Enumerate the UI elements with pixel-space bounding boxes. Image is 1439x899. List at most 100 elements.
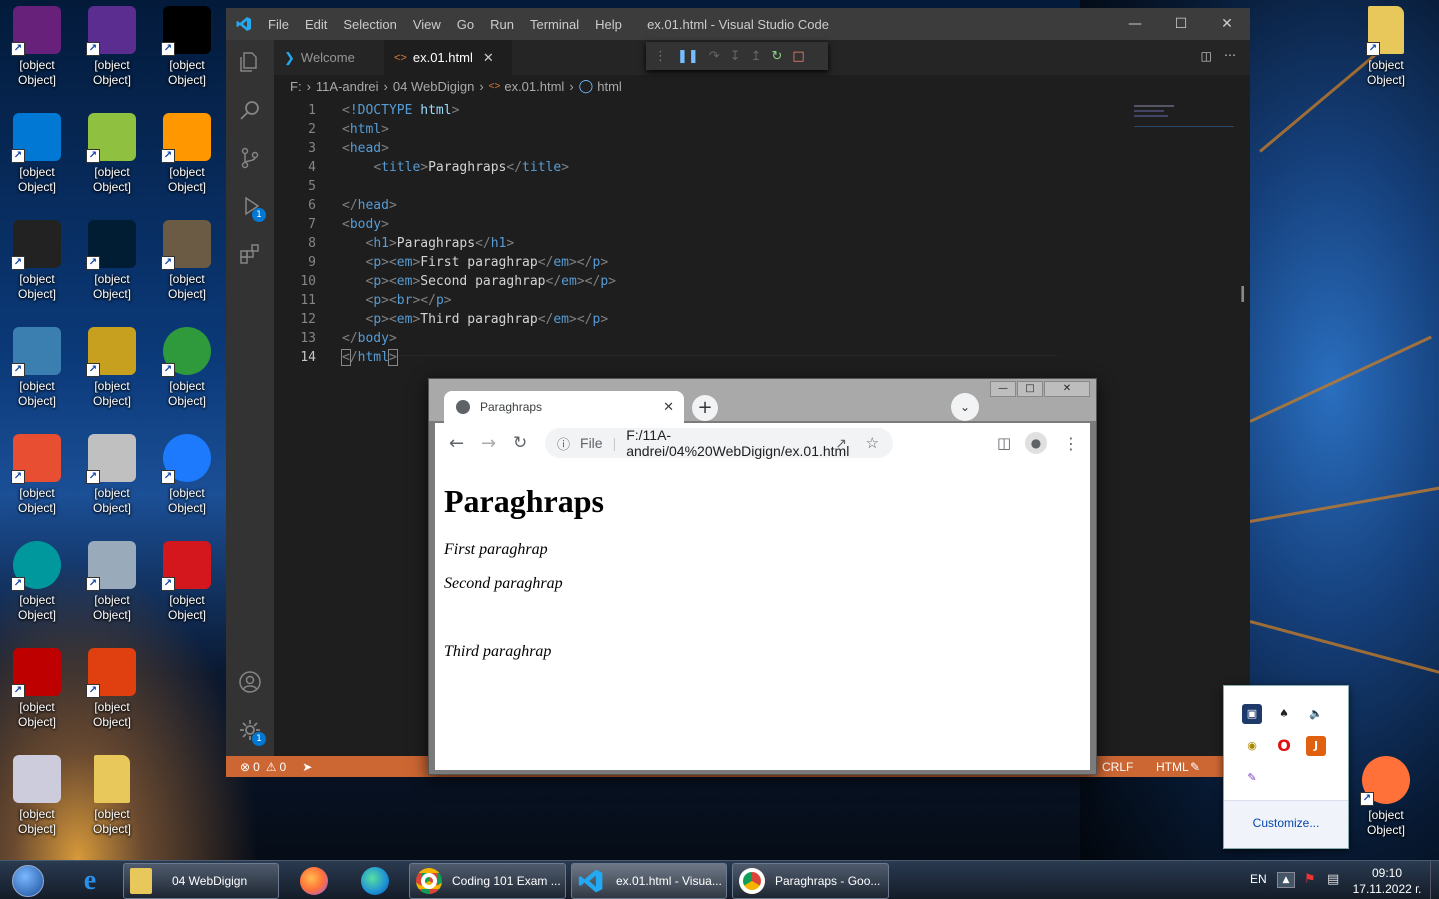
forward-icon[interactable]: → — [481, 433, 496, 454]
step-out-icon[interactable]: ↥ — [751, 49, 762, 64]
close-tab-icon[interactable]: ✕ — [483, 50, 494, 66]
desktop-shortcut[interactable]: ↗ [object Object] — [0, 107, 75, 207]
desktop-shortcut[interactable]: ↗ [object Object] — [74, 642, 150, 742]
opera-icon[interactable]: O — [1274, 736, 1294, 756]
minimize-button[interactable]: — — [1112, 8, 1158, 40]
close-button[interactable]: ✕ — [1204, 8, 1250, 40]
source-control-icon[interactable] — [238, 146, 262, 170]
code-line[interactable]: 2 <html> — [274, 120, 1174, 139]
update-icon[interactable]: ◉ — [1242, 736, 1262, 756]
volume-icon[interactable]: 🔈 — [1306, 704, 1326, 724]
menu-terminal[interactable]: Terminal — [530, 17, 579, 32]
live-share-icon[interactable]: ➤ — [302, 760, 312, 774]
code-line[interactable]: 12 <p><em>Third paraghrap</em></p> — [274, 310, 1174, 329]
network-monitor-icon[interactable]: ▣ — [1242, 704, 1262, 724]
ie-pinned[interactable]: e — [64, 863, 116, 899]
show-hidden-icons-button[interactable]: ▲ — [1277, 872, 1295, 888]
drag-handle-icon[interactable]: ⋮ — [654, 49, 667, 64]
desktop-shortcut[interactable]: ↗ [object Object] — [0, 428, 75, 528]
restart-icon[interactable]: ↻ — [772, 49, 783, 64]
breadcrumb-item[interactable]: html — [597, 79, 622, 94]
reload-icon[interactable]: ↻ — [513, 433, 527, 453]
taskbar-button-chrome-paraghraps[interactable]: Paraghraps - Goo... — [732, 863, 889, 899]
explorer-icon[interactable] — [238, 50, 262, 74]
code-line[interactable]: 9 <p><em>First paraghrap</em></p> — [274, 253, 1174, 272]
code-line[interactable]: 1 <!DOCTYPE html> — [274, 101, 1174, 120]
share-icon[interactable]: ↗ — [835, 435, 847, 452]
desktop-shortcut[interactable]: ↗ [object Object] — [1348, 0, 1424, 100]
pen-icon[interactable]: ✎ — [1242, 768, 1262, 788]
close-button[interactable]: ✕ — [1044, 381, 1090, 397]
info-icon[interactable]: ⓘ — [557, 434, 570, 453]
feedback-icon[interactable]: ✎ — [1190, 760, 1200, 774]
desktop-shortcut[interactable]: ↗ [object Object] — [74, 0, 150, 100]
desktop-shortcut[interactable]: ↗ [object Object] — [149, 0, 225, 100]
close-tab-icon[interactable]: ✕ — [663, 399, 674, 415]
start-button[interactable] — [8, 863, 48, 899]
profile-avatar-icon[interactable]: ● — [1025, 432, 1047, 454]
extensions-icon[interactable] — [238, 242, 262, 266]
run-debug-icon[interactable]: 1 — [238, 194, 266, 222]
side-panel-icon[interactable]: ◫ — [997, 434, 1011, 452]
desktop-shortcut[interactable]: ↗ [object Object] — [0, 0, 75, 100]
chrome-tab[interactable]: Paraghraps ✕ — [444, 391, 684, 423]
edge-pinned[interactable] — [349, 863, 401, 899]
desktop-shortcut[interactable]: ↗ [object Object] — [0, 214, 75, 314]
manage-gear-icon[interactable]: 1 — [238, 718, 266, 746]
desktop-shortcut[interactable]: ↗ [object Object] — [149, 535, 225, 635]
taskbar-button-chrome-coding[interactable]: Coding 101 Exam ... — [409, 863, 566, 899]
menu-edit[interactable]: Edit — [305, 17, 327, 32]
url-text[interactable]: F:/11A-andrei/04%20WebDigign/ex.01.html — [626, 427, 893, 459]
desktop-shortcut[interactable]: ↗ [object Object] — [74, 107, 150, 207]
breadcrumb-item[interactable]: 11A-andrei — [316, 79, 379, 94]
account-icon[interactable] — [238, 670, 262, 694]
error-count[interactable]: 0 — [253, 760, 260, 774]
action-center-flag-icon[interactable]: ⚑ — [1304, 872, 1316, 887]
language-indicator[interactable]: EN — [1250, 872, 1267, 886]
menu-file[interactable]: File — [268, 17, 289, 32]
code-line[interactable]: 11 <p><br></p> — [274, 291, 1174, 310]
customize-link[interactable]: Customize... — [1224, 816, 1348, 830]
step-over-icon[interactable]: ↷ — [709, 49, 720, 64]
gimp-tray-icon[interactable]: ♠ — [1274, 704, 1294, 724]
desktop-shortcut[interactable]: ↗ [object Object] — [74, 535, 150, 635]
code-line[interactable]: 13 </body> — [274, 329, 1174, 348]
code-line[interactable]: 3 <head> — [274, 139, 1174, 158]
address-bar[interactable]: ⓘ File | F:/11A-andrei/04%20WebDigign/ex… — [545, 427, 893, 459]
menu-selection[interactable]: Selection — [343, 17, 396, 32]
tab-search-chevron-icon[interactable]: ⌄ — [951, 393, 979, 421]
network-icon[interactable]: ▤ — [1327, 872, 1339, 887]
menu-run[interactable]: Run — [490, 17, 514, 32]
desktop-shortcut[interactable]: ↗ [object Object] — [74, 428, 150, 528]
code-line[interactable]: 10 <p><em>Second paraghrap</em></p> — [274, 272, 1174, 291]
code-line[interactable]: 14 </html> — [274, 348, 1174, 367]
code-line[interactable]: 4 <title>Paraghraps</title> — [274, 158, 1174, 177]
breadcrumb-item[interactable]: 04 WebDigign — [393, 79, 474, 94]
tab-ex01-html[interactable]: <> ex.01.html ✕ — [384, 40, 512, 75]
bookmark-star-icon[interactable]: ☆ — [866, 434, 879, 452]
desktop-shortcut[interactable]: ↗ [object Object] — [0, 321, 75, 421]
search-icon[interactable] — [238, 98, 262, 122]
warning-count[interactable]: 0 — [280, 760, 287, 774]
desktop-shortcut[interactable]: [object Object] — [74, 749, 150, 849]
taskbar-button-vscode[interactable]: ex.01.html - Visua... — [571, 863, 727, 899]
breadcrumb-item[interactable]: F: — [290, 79, 302, 94]
code-line[interactable]: 5 — [274, 177, 1174, 196]
menu-help[interactable]: Help — [595, 17, 622, 32]
desktop-shortcut[interactable]: ↗ [object Object] — [0, 535, 75, 635]
pause-icon[interactable]: ❚❚ — [677, 49, 699, 64]
java-icon[interactable]: J — [1306, 736, 1326, 756]
show-desktop-button[interactable] — [1430, 861, 1439, 899]
back-icon[interactable]: ← — [449, 433, 464, 454]
step-into-icon[interactable]: ↧ — [730, 49, 741, 64]
desktop-shortcut[interactable]: ↗ [object Object] — [74, 321, 150, 421]
firefox-pinned[interactable] — [288, 863, 340, 899]
desktop-shortcut[interactable]: ↗ [object Object] — [149, 428, 225, 528]
desktop-shortcut[interactable]: ↗ [object Object] — [149, 214, 225, 314]
code-line[interactable]: 8 <h1>Paraghraps</h1> — [274, 234, 1174, 253]
desktop-shortcut[interactable]: ↗ [object Object] — [1348, 750, 1424, 850]
minimize-button[interactable]: — — [990, 381, 1016, 397]
clock[interactable]: 09:10 17.11.2022 г. — [1349, 865, 1425, 897]
tab-welcome[interactable]: ❯ Welcome — [274, 40, 384, 75]
new-tab-button[interactable]: + — [692, 395, 718, 421]
